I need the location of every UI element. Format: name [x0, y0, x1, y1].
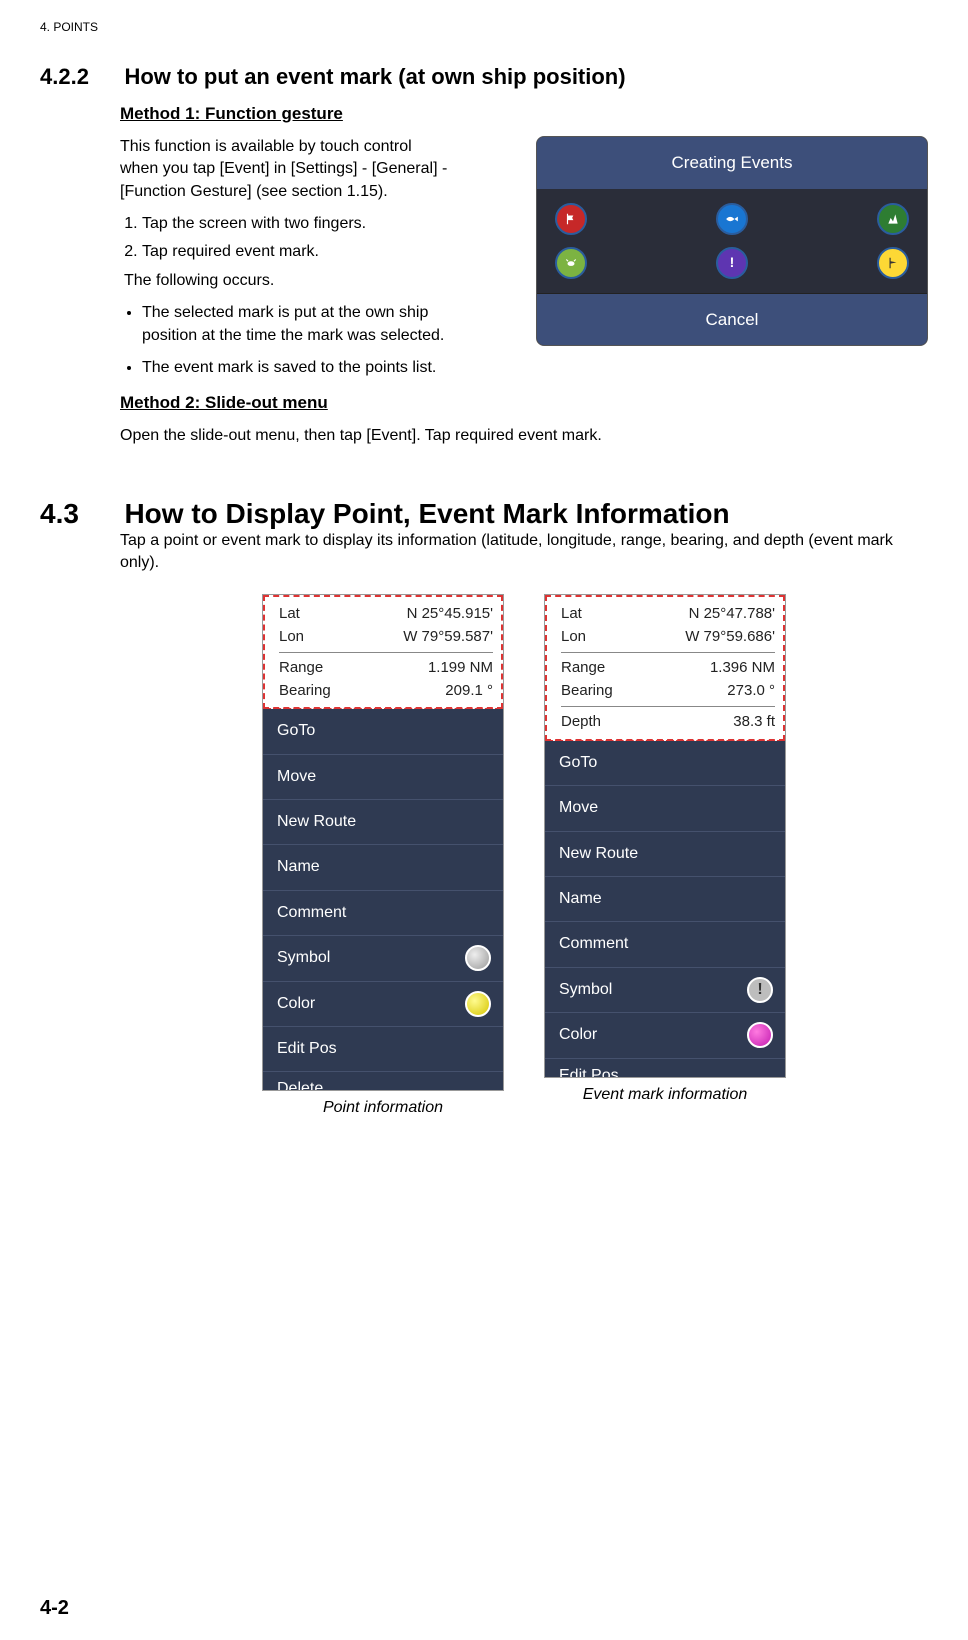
- bearing-label: Bearing: [279, 680, 331, 703]
- section-title: How to put an event mark (at own ship po…: [124, 64, 625, 90]
- range-value: 1.396 NM: [710, 657, 775, 680]
- section-43-body: Tap a point or event mark to display its…: [120, 530, 928, 575]
- menu-new-route[interactable]: New Route: [545, 832, 785, 877]
- event-icon-flag[interactable]: [555, 203, 587, 235]
- lat-value: N 25°47.788': [689, 603, 775, 626]
- menu-edit-pos[interactable]: Edit Pos: [263, 1027, 503, 1072]
- bearing-value: 209.1 °: [445, 680, 493, 703]
- menu-color[interactable]: Color: [545, 1013, 785, 1058]
- symbol-swatch-icon: !: [747, 977, 773, 1003]
- lat-label: Lat: [561, 603, 582, 626]
- menu-goto[interactable]: GoTo: [263, 709, 503, 754]
- section-number-43: 4.3: [40, 498, 120, 530]
- event-info-caption: Event mark information: [544, 1084, 786, 1106]
- page-number: 4-2: [40, 1597, 69, 1620]
- method-2-body: Open the slide-out menu, then tap [Event…: [120, 425, 928, 447]
- point-info-box: Lat N 25°45.915' Lon W 79°59.587' Range 1.1…: [263, 595, 503, 709]
- menu-delete-partial[interactable]: Delete: [263, 1072, 503, 1090]
- event-icon-flag2[interactable]: [877, 247, 909, 279]
- lat-label: Lat: [279, 603, 300, 626]
- section-4-3: 4.3 How to Display Point, Event Mark Inf…: [40, 498, 928, 530]
- event-icon-fish[interactable]: [716, 203, 748, 235]
- range-label: Range: [279, 657, 323, 680]
- page-header: 4. POINTS: [40, 20, 928, 34]
- lat-value: N 25°45.915': [407, 603, 493, 626]
- menu-symbol[interactable]: Symbol!: [545, 968, 785, 1013]
- bearing-label: Bearing: [561, 680, 613, 703]
- creating-events-dialog: Creating Events ! Cancel: [536, 136, 928, 347]
- method-1-paragraph: This function is available by touch cont…: [120, 136, 450, 203]
- menu-comment[interactable]: Comment: [545, 922, 785, 967]
- method-2-heading: Method 2: Slide-out menu: [120, 391, 928, 415]
- dialog-title: Creating Events: [537, 137, 927, 189]
- step-1: Tap the screen with two fingers.: [142, 213, 450, 235]
- section-4-2-2: 4.2.2 How to put an event mark (at own s…: [40, 64, 928, 90]
- menu-move[interactable]: Move: [545, 786, 785, 831]
- bullet-own-ship: The selected mark is put at the own ship…: [142, 302, 450, 347]
- event-icon-exclamation[interactable]: !: [716, 247, 748, 279]
- color-swatch-icon: [465, 991, 491, 1017]
- depth-value: 38.3 ft: [733, 711, 775, 734]
- menu-new-route[interactable]: New Route: [263, 800, 503, 845]
- cancel-button[interactable]: Cancel: [537, 293, 927, 346]
- event-icon-crab[interactable]: [555, 247, 587, 279]
- lon-value: W 79°59.587': [403, 626, 493, 649]
- lon-label: Lon: [561, 626, 586, 649]
- lon-label: Lon: [279, 626, 304, 649]
- section-number: 4.2.2: [40, 64, 120, 90]
- depth-label: Depth: [561, 711, 601, 734]
- color-swatch-icon: [747, 1022, 773, 1048]
- bullet-saved-points: The event mark is saved to the points li…: [142, 357, 928, 379]
- section-title-43: How to Display Point, Event Mark Informa…: [124, 498, 729, 530]
- menu-name[interactable]: Name: [545, 877, 785, 922]
- lon-value: W 79°59.686': [685, 626, 775, 649]
- point-info-panel: Lat N 25°45.915' Lon W 79°59.587' Range 1.1…: [262, 594, 504, 1091]
- point-info-caption: Point information: [262, 1097, 504, 1119]
- event-info-panel: Lat N 25°47.788' Lon W 79°59.686' Range 1.3…: [544, 594, 786, 1077]
- range-label: Range: [561, 657, 605, 680]
- menu-symbol[interactable]: Symbol: [263, 936, 503, 981]
- bearing-value: 273.0 °: [727, 680, 775, 703]
- symbol-swatch-icon: [465, 945, 491, 971]
- event-info-box: Lat N 25°47.788' Lon W 79°59.686' Range 1.3…: [545, 595, 785, 741]
- menu-goto[interactable]: GoTo: [545, 741, 785, 786]
- menu-comment[interactable]: Comment: [263, 891, 503, 936]
- following-occurs: The following occurs.: [124, 270, 450, 292]
- event-icon-reef[interactable]: [877, 203, 909, 235]
- creating-events-figure: Creating Events ! Cancel: [536, 136, 928, 347]
- method-1-heading: Method 1: Function gesture: [120, 102, 928, 126]
- menu-color[interactable]: Color: [263, 982, 503, 1027]
- menu-editpos-partial[interactable]: Edit Pos: [545, 1059, 785, 1077]
- range-value: 1.199 NM: [428, 657, 493, 680]
- menu-name[interactable]: Name: [263, 845, 503, 890]
- menu-move[interactable]: Move: [263, 755, 503, 800]
- step-2: Tap required event mark.: [142, 241, 450, 263]
